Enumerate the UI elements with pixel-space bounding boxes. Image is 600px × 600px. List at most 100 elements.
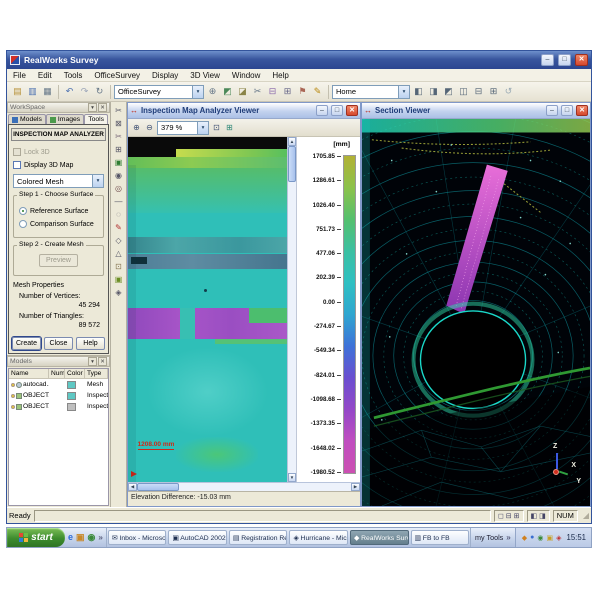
section-viewer-title-bar[interactable]: ↔ Section Viewer – □ ✕	[362, 103, 590, 119]
tab-models[interactable]: Models	[8, 114, 46, 124]
show-desktop-icon[interactable]: ▣	[76, 532, 85, 543]
column-name[interactable]: Name	[9, 369, 49, 378]
tray-yellow-icon[interactable]: ▣	[546, 534, 553, 542]
lock-icon[interactable]: ▣	[112, 273, 125, 286]
task-hurricane[interactable]: ◈ Hurricane - Micro...	[289, 530, 348, 545]
target-icon[interactable]: ⊕	[205, 84, 220, 99]
sampling-icon[interactable]: ◪	[235, 84, 250, 99]
section-3d-view[interactable]: Z X Y	[362, 119, 590, 506]
close-button[interactable]: ✕	[575, 54, 588, 66]
close-panel-button[interactable]: Close	[44, 337, 73, 350]
task-realworks[interactable]: ◆ RealWorks Survey	[350, 530, 409, 545]
scroll-down-arrow[interactable]: ▼	[288, 473, 296, 482]
start-button[interactable]: start	[7, 528, 65, 547]
delete-selection-icon[interactable]: ⊠	[112, 117, 125, 130]
task-fbtofb[interactable]: ▥ FB to FB	[411, 530, 470, 545]
menu-edit[interactable]: Edit	[32, 71, 58, 80]
color-swatch[interactable]	[67, 381, 76, 389]
layout-split-h-icon[interactable]: ⊟	[506, 512, 512, 520]
menu-tools[interactable]: Tools	[58, 71, 89, 80]
limit-box-icon[interactable]: ⊞	[280, 84, 295, 99]
extract-icon[interactable]: ✂	[112, 104, 125, 117]
color-swatch[interactable]	[67, 403, 76, 411]
chevron-down-icon[interactable]: ▾	[197, 122, 208, 134]
maximize-button[interactable]: □	[561, 105, 573, 116]
compass-icon[interactable]: ◎	[112, 182, 125, 195]
panel-close-icon[interactable]: ✕	[98, 357, 107, 366]
polygon-icon[interactable]: ◇	[112, 234, 125, 247]
table-row[interactable]: autocad... Mesh	[9, 379, 108, 390]
tile-vertical-icon[interactable]: ⊟	[471, 84, 486, 99]
visibility-bulb-icon[interactable]	[11, 383, 15, 387]
table-row[interactable]: OBJECT... Inspectio...	[9, 390, 108, 401]
column-num[interactable]: Num...	[49, 369, 65, 378]
title-bar[interactable]: RealWorks Survey – □ ✕	[7, 51, 591, 69]
maximize-button[interactable]: □	[558, 54, 571, 66]
sync-views-icon[interactable]: ◨	[539, 512, 546, 520]
tab-images[interactable]: Images	[46, 114, 84, 124]
menu-display[interactable]: Display	[146, 71, 184, 80]
column-type[interactable]: Type	[85, 369, 108, 378]
panel-menu-icon[interactable]: ▾	[88, 103, 97, 112]
panel-close-icon[interactable]: ✕	[98, 103, 107, 112]
comparison-surface-radio[interactable]	[19, 220, 27, 228]
chevron-down-icon[interactable]: ▾	[192, 86, 203, 98]
create-button[interactable]: Create	[12, 337, 41, 350]
maximize-button[interactable]: □	[331, 105, 343, 116]
sync-icon[interactable]: ↻	[92, 84, 107, 99]
my-tools-toolbar[interactable]: my Tools »	[470, 528, 515, 547]
target-tool-icon[interactable]: ◈	[112, 286, 125, 299]
view-top-icon[interactable]: ◨	[426, 84, 441, 99]
view-front-icon[interactable]: ◧	[411, 84, 426, 99]
color-swatch[interactable]	[67, 392, 76, 400]
pen-icon[interactable]: ✎	[310, 84, 325, 99]
overflow-chevron-icon[interactable]: »	[98, 533, 102, 542]
cascade-icon[interactable]: ⊞	[486, 84, 501, 99]
measure-icon[interactable]: ⊟	[265, 84, 280, 99]
menu-3d-view[interactable]: 3D View	[184, 71, 226, 80]
tile-horizontal-icon[interactable]: ◫	[456, 84, 471, 99]
tray-orange-icon[interactable]: ◆	[522, 534, 527, 542]
link-views-icon[interactable]: ◧	[531, 512, 538, 520]
mesh-type-select[interactable]: Colored Mesh ▾	[13, 174, 104, 188]
resize-grip-icon[interactable]: ◢	[583, 511, 589, 520]
models-panel-header[interactable]: Models ▾ ✕	[7, 356, 110, 367]
ie-icon[interactable]: e	[68, 532, 73, 543]
cut-icon[interactable]: ✂	[250, 84, 265, 99]
table-row[interactable]: OBJECT... Inspectio...	[9, 401, 108, 412]
zoom-out-icon[interactable]: ⊖	[143, 121, 156, 134]
prism-icon[interactable]: △	[112, 247, 125, 260]
minimize-button[interactable]: –	[316, 105, 328, 116]
home-combo[interactable]: Home ▾	[332, 85, 410, 99]
line-tool-icon[interactable]: —	[112, 195, 125, 208]
tray-blue-icon[interactable]: ●	[530, 534, 534, 542]
chevron-down-icon[interactable]: ▾	[398, 86, 409, 98]
layout-split-v-icon[interactable]: ⊞	[514, 512, 520, 520]
segment-icon[interactable]: ◩	[220, 84, 235, 99]
inspection-map-canvas[interactable]: 1208.00 mm	[128, 137, 287, 482]
workspace-panel-header[interactable]: WorkSpace ▾ ✕	[7, 102, 110, 113]
zoom-level-combo[interactable]: 379 % ▾	[157, 121, 209, 135]
save-icon[interactable]: ▥	[25, 84, 40, 99]
open-icon[interactable]: ▤	[10, 84, 25, 99]
red-pen-icon[interactable]: ✎	[112, 221, 125, 234]
grid-icon[interactable]: ⊞	[223, 121, 236, 134]
undo-icon[interactable]: ↶	[62, 84, 77, 99]
officesurvey-combo[interactable]: OfficeSurvey ▾	[114, 85, 204, 99]
close-button[interactable]: ✕	[576, 105, 588, 116]
flag-icon[interactable]: ⚑	[295, 84, 310, 99]
tray-green-icon[interactable]: ◉	[537, 534, 543, 542]
tab-tools[interactable]: Tools	[84, 114, 108, 124]
box-tool-icon[interactable]: ⊡	[112, 260, 125, 273]
minimize-button[interactable]: –	[541, 54, 554, 66]
task-inbox[interactable]: ✉ Inbox - Microsof...	[108, 530, 167, 545]
close-button[interactable]: ✕	[346, 105, 358, 116]
horizontal-scrollbar[interactable]: ◀ ▶	[128, 482, 360, 491]
panel-menu-icon[interactable]: ▾	[88, 357, 97, 366]
visibility-bulb-icon[interactable]	[11, 394, 15, 398]
scroll-up-arrow[interactable]: ▲	[288, 137, 296, 146]
display-3d-map-checkbox[interactable]	[13, 161, 21, 169]
lasso-icon[interactable]: ◌	[112, 208, 125, 221]
tray-red-icon[interactable]: ◈	[556, 534, 561, 542]
reference-surface-radio[interactable]	[19, 207, 27, 215]
